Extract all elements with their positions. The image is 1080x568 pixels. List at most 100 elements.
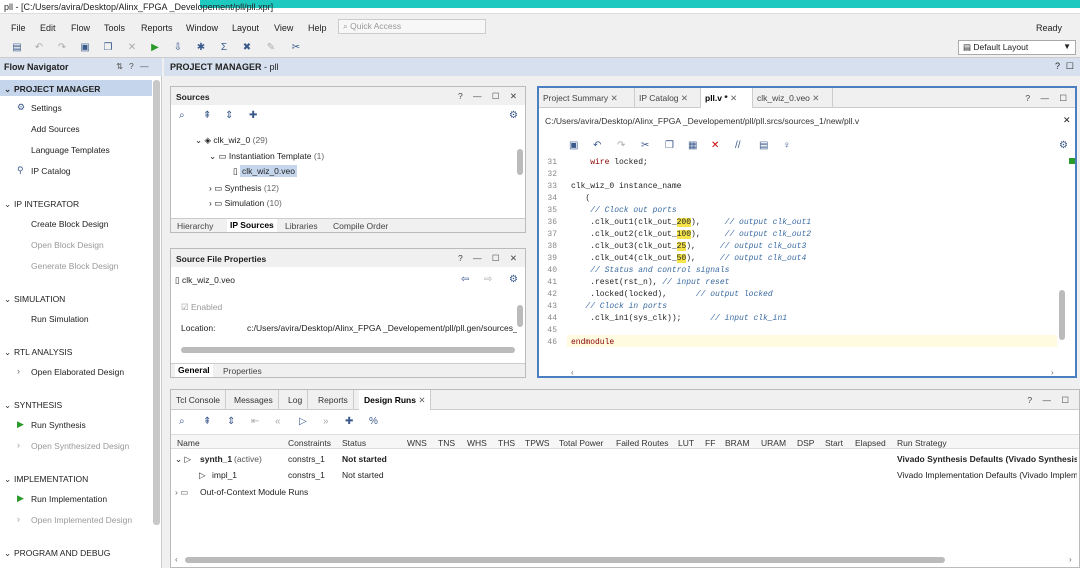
tab-compile-order[interactable]: Compile Order	[333, 221, 388, 231]
close-icon[interactable]: ✕	[812, 93, 819, 103]
gear-icon[interactable]: ⚙	[509, 274, 518, 285]
scroll-left-icon[interactable]: ‹	[175, 555, 178, 564]
comment-icon[interactable]: //	[735, 140, 741, 151]
expand-all-icon[interactable]: ⇕	[225, 110, 233, 121]
panel-controls-icon[interactable]: ? — ☐	[1025, 93, 1071, 104]
col-bram[interactable]: BRAM	[725, 438, 750, 448]
layout-select[interactable]: ▤ Default Layout ▼	[958, 40, 1076, 55]
runs-hscroll[interactable]	[185, 557, 945, 563]
nav-item-run-synthesis[interactable]: ▶ Run Synthesis	[17, 419, 86, 430]
play-icon[interactable]: ▷	[299, 416, 307, 427]
nav-item-language-templates[interactable]: Language Templates	[31, 145, 110, 155]
col-constraints[interactable]: Constraints	[288, 438, 331, 448]
program-icon[interactable]: ⇩	[171, 42, 185, 54]
menu-view[interactable]: View	[274, 23, 293, 33]
redo-icon[interactable]: ↷	[617, 140, 625, 151]
settings-icon[interactable]: ✱	[194, 42, 208, 54]
menu-edit[interactable]: Edit	[40, 23, 56, 33]
add-icon[interactable]: ✚	[345, 416, 353, 427]
properties-vscroll[interactable]	[517, 305, 523, 327]
nav-section-rtl-analysis[interactable]: ⌄ RTL ANALYSIS	[4, 347, 72, 358]
redo-icon[interactable]: ↷	[55, 42, 69, 54]
editor-scrollbar[interactable]	[1059, 290, 1065, 340]
col-whs[interactable]: WHS	[467, 438, 487, 448]
col-uram[interactable]: URAM	[761, 438, 786, 448]
menu-help[interactable]: Help	[308, 23, 327, 33]
save-icon[interactable]: ▣	[569, 140, 578, 151]
sigma-icon[interactable]: Σ	[217, 42, 231, 54]
copy-icon[interactable]: ❐	[665, 140, 674, 151]
table-row[interactable]: › ▭ Out-of-Context Module Runs	[171, 484, 1079, 500]
close-icon[interactable]: ✕	[730, 93, 737, 103]
nav-section-implementation[interactable]: ⌄ IMPLEMENTATION	[4, 474, 88, 485]
table-row[interactable]: ▷ impl_1 constrs_1 Not started Vivado Im…	[171, 467, 1079, 483]
col-ths[interactable]: THS	[498, 438, 515, 448]
sources-scrollbar[interactable]	[517, 149, 523, 175]
col-name[interactable]: Name	[177, 438, 200, 448]
close-icon[interactable]: ✕	[611, 93, 618, 103]
nav-section-project-manager[interactable]: ⌄ PROJECT MANAGER	[4, 84, 100, 95]
tab-design-runs[interactable]: Design Runs ✕	[359, 390, 432, 410]
previous-icon[interactable]: «	[275, 416, 281, 427]
undo-icon[interactable]: ↶	[593, 140, 601, 151]
close-icon[interactable]: ✕	[1063, 115, 1071, 126]
cut-icon[interactable]: ✂	[641, 140, 649, 151]
col-total-power[interactable]: Total Power	[559, 438, 603, 448]
run-icon[interactable]: ▶	[148, 42, 162, 54]
menu-tools[interactable]: Tools	[104, 23, 125, 33]
close-icon[interactable]: ✕	[681, 93, 688, 103]
scroll-left-icon[interactable]: ‹	[571, 368, 574, 377]
tree-item-instantiation-template[interactable]: ⌄ ▭ Instantiation Template (1)	[209, 151, 324, 162]
nav-item-add-sources[interactable]: Add Sources	[31, 124, 80, 134]
save-icon[interactable]: ▣	[78, 42, 92, 54]
percent-icon[interactable]: %	[369, 416, 378, 427]
col-elapsed[interactable]: Elapsed	[855, 438, 886, 448]
code-area[interactable]: 31 wire locked; 32 33 clk_wiz_0 instance_na…	[539, 156, 1059, 368]
menu-layout[interactable]: Layout	[232, 23, 259, 33]
back-arrow-icon[interactable]: ⇦	[461, 274, 469, 285]
tab-ip-catalog[interactable]: IP Catalog ✕	[635, 88, 701, 108]
tab-tcl-console[interactable]: Tcl Console	[171, 390, 226, 410]
open-project-icon[interactable]: ▤	[10, 42, 24, 54]
paste-icon[interactable]: ▦	[688, 140, 697, 151]
col-wns[interactable]: WNS	[407, 438, 427, 448]
cross-icon[interactable]: ✖	[240, 42, 254, 54]
tab-ip-sources[interactable]: IP Sources	[227, 219, 277, 232]
nav-item-generate-block-design[interactable]: Generate Block Design	[31, 261, 118, 271]
add-icon[interactable]: ✚	[249, 110, 257, 121]
copy-icon[interactable]: ❐	[101, 42, 115, 54]
col-ff[interactable]: FF	[705, 438, 715, 448]
nav-item-ip-catalog[interactable]: ⚲ IP Catalog	[17, 165, 71, 176]
maximize-icon[interactable]: ☐	[1066, 61, 1074, 72]
tab-project-summary[interactable]: Project Summary ✕	[539, 88, 635, 108]
expand-icon[interactable]: › ▭	[175, 487, 188, 498]
col-status[interactable]: Status	[342, 438, 366, 448]
nav-item-open-elaborated-design[interactable]: › Open Elaborated Design	[17, 366, 124, 377]
tab-messages[interactable]: Messages	[229, 390, 279, 410]
scroll-right-icon[interactable]: ›	[1069, 555, 1072, 564]
panel-controls-icon[interactable]: ? — ☐ ✕	[458, 253, 521, 264]
menu-window[interactable]: Window	[186, 23, 218, 33]
table-row[interactable]: ⌄ ▷ synth_1 (active) constrs_1 Not start…	[171, 451, 1079, 467]
sort-icon[interactable]: ⇅	[116, 61, 123, 72]
nav-item-open-implemented-design[interactable]: › Open Implemented Design	[17, 514, 132, 525]
scroll-right-icon[interactable]: ›	[1051, 368, 1054, 377]
nav-section-program-and-debug[interactable]: ⌄ PROGRAM AND DEBUG	[4, 548, 110, 559]
expand-icon[interactable]: ⌄ ▷	[175, 454, 191, 465]
nav-section-ip-integrator[interactable]: ⌄ IP INTEGRATOR	[4, 199, 79, 210]
tab-reports[interactable]: Reports	[313, 390, 354, 410]
tools-icon[interactable]: ✂	[289, 42, 303, 54]
delete-icon[interactable]: ✕	[711, 140, 719, 151]
properties-hscroll[interactable]	[181, 347, 515, 353]
quick-access-input[interactable]: ⌕ Quick Access	[338, 19, 486, 34]
edit-icon[interactable]: ✎	[264, 42, 278, 54]
tree-item-synthesis[interactable]: › ▭ Synthesis (12)	[209, 183, 279, 194]
col-run-strategy[interactable]: Run Strategy	[897, 438, 947, 448]
next-icon[interactable]: »	[323, 416, 329, 427]
nav-item-run-simulation[interactable]: Run Simulation	[31, 314, 89, 324]
tab-general[interactable]: General	[175, 364, 213, 377]
tab-clk-wiz-veo[interactable]: clk_wiz_0.veo ✕	[753, 88, 833, 108]
tree-item-simulation[interactable]: › ▭ Simulation (10)	[209, 198, 282, 209]
panel-controls-icon[interactable]: ? — ☐	[1027, 395, 1073, 406]
gear-icon[interactable]: ⚙	[509, 110, 518, 121]
